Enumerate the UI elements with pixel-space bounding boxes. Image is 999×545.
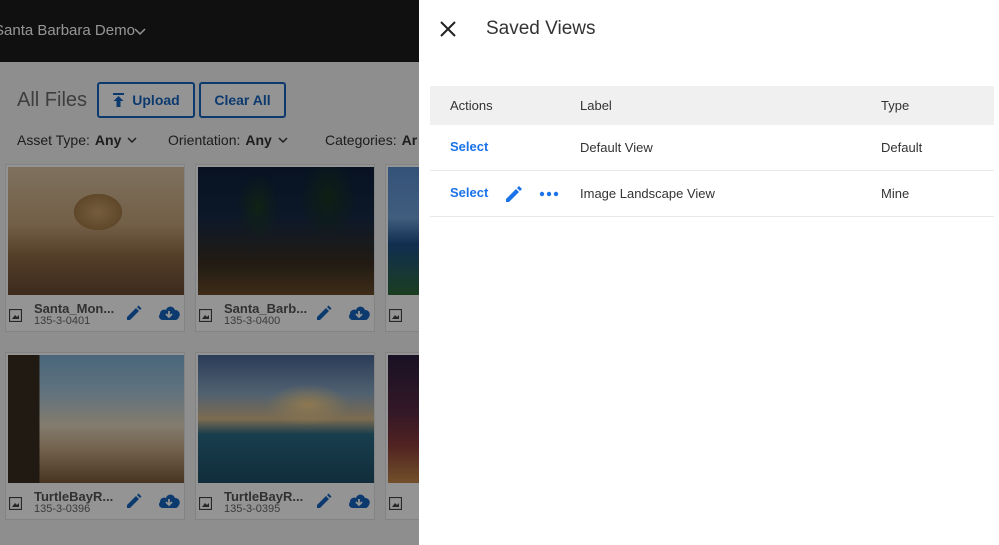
table-row: Select Image Landscape View Mine: [430, 171, 994, 217]
column-header-label: Label: [580, 98, 612, 113]
view-label: Default View: [580, 140, 653, 155]
saved-views-table: Actions Label Type Select Default View D…: [430, 86, 994, 217]
view-type: Default: [881, 140, 923, 155]
view-label: Image Landscape View: [580, 186, 715, 201]
saved-views-panel: Saved Views Actions Label Type Select De…: [419, 0, 999, 545]
panel-title: Saved Views: [486, 18, 596, 39]
more-horizontal-icon[interactable]: [539, 188, 559, 200]
select-view-link[interactable]: Select: [450, 139, 488, 154]
column-header-actions: Actions: [450, 98, 493, 113]
table-row: Select Default View Default: [430, 125, 994, 171]
pencil-icon[interactable]: [504, 184, 524, 204]
view-type: Mine: [881, 186, 910, 201]
close-icon[interactable]: [439, 20, 457, 38]
select-view-link[interactable]: Select: [450, 185, 488, 200]
column-header-type: Type: [881, 98, 910, 113]
table-header: Actions Label Type: [430, 86, 994, 125]
